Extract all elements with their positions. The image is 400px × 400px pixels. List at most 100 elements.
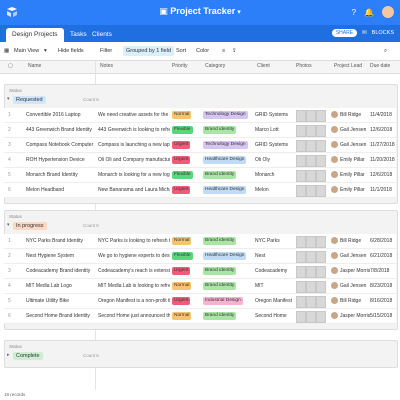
- cell-notes[interactable]: NYC Parks is looking to refresh their: [98, 238, 170, 244]
- cell-category-tag[interactable]: Technology Design: [203, 141, 248, 149]
- tab-design-projects[interactable]: Design Projects: [6, 28, 64, 42]
- cell-notes[interactable]: We need creative assets for the launch: [98, 112, 170, 118]
- cell-project-lead[interactable]: Emily Pillar: [340, 172, 370, 178]
- photo-thumbnail[interactable]: [306, 185, 316, 197]
- cell-priority-tag[interactable]: Normal: [172, 111, 192, 119]
- cell-project-lead[interactable]: Gail Jensen: [340, 253, 370, 259]
- gift-icon[interactable]: ✉: [362, 30, 367, 36]
- photo-thumbnail[interactable]: [296, 296, 306, 308]
- cell-priority-tag[interactable]: Flexible: [172, 252, 193, 260]
- cell-notes[interactable]: Codeacademy's reach is extensive and: [98, 268, 170, 274]
- cell-client[interactable]: Monarch: [255, 172, 295, 178]
- cell-name[interactable]: Codeacademy Brand identity: [26, 268, 94, 274]
- cell-notes[interactable]: We go to hygiene experts to design the: [98, 253, 170, 259]
- cell-project-lead[interactable]: Emily Pillar: [340, 187, 370, 193]
- select-all-checkbox[interactable]: ▢: [8, 63, 13, 69]
- photo-thumbnail[interactable]: [296, 236, 306, 248]
- column-priority[interactable]: Priority: [172, 63, 188, 69]
- grid-view-icon[interactable]: ▦: [4, 46, 9, 56]
- cell-name[interactable]: Convertible 2016 Laptop: [26, 112, 94, 118]
- cell-due-date[interactable]: 12/6/2018: [370, 127, 396, 133]
- cell-name[interactable]: NYC Parks Brand Identity: [26, 238, 94, 244]
- photo-thumbnail[interactable]: [316, 281, 326, 293]
- cell-client[interactable]: Nest: [255, 253, 295, 259]
- photo-thumbnail[interactable]: [296, 251, 306, 263]
- column-name[interactable]: Name: [28, 63, 41, 69]
- cell-category-tag[interactable]: Healthcare Design: [203, 252, 247, 260]
- cell-category-tag[interactable]: Brand identity: [203, 312, 237, 320]
- share-view-icon[interactable]: ⇪: [232, 46, 237, 56]
- cell-due-date[interactable]: 12/6/2018: [370, 172, 396, 178]
- table-row[interactable]: 4 MIT Media Lab Logo MIT Media Lab is look…: [4, 279, 396, 294]
- table-row[interactable]: 5 Ultimate Utility Bike Oregon Manifest is…: [4, 294, 396, 309]
- cell-priority-tag[interactable]: Urgent: [172, 141, 191, 149]
- cell-category-tag[interactable]: Healthcare Design: [203, 156, 247, 164]
- cell-priority-tag[interactable]: Urgent: [172, 297, 191, 305]
- photo-thumbnail[interactable]: [316, 266, 326, 278]
- avatar[interactable]: [382, 6, 394, 18]
- cell-client[interactable]: Oli Oly: [255, 157, 295, 163]
- sort-button[interactable]: Sort: [176, 46, 186, 56]
- photo-thumbnail[interactable]: [316, 140, 326, 152]
- group-header[interactable]: ▸ Status Complete Count 6: [5, 341, 397, 365]
- cell-project-lead[interactable]: Gail Jensen: [340, 142, 370, 148]
- cell-priority-tag[interactable]: Normal: [172, 237, 192, 245]
- cell-notes[interactable]: 443 Greenwich is looking to refresh thei…: [98, 127, 170, 133]
- cell-category-tag[interactable]: Healthcare Design: [203, 186, 247, 194]
- photo-thumbnail[interactable]: [316, 185, 326, 197]
- cell-category-tag[interactable]: Industrial Design: [203, 297, 243, 305]
- cell-notes[interactable]: Oregon Manifest is a non-profit that: [98, 298, 170, 304]
- photo-thumbnail[interactable]: [306, 125, 316, 137]
- cell-due-date[interactable]: 7/8/2018: [370, 268, 396, 274]
- cell-client[interactable]: GRID Systems: [255, 112, 295, 118]
- photo-thumbnail[interactable]: [296, 170, 306, 182]
- collapse-chevron-icon[interactable]: ▾: [7, 222, 10, 228]
- cell-priority-tag[interactable]: Flexible: [172, 126, 193, 134]
- table-row[interactable]: 3 Codeacademy Brand identity Codeacademy's…: [4, 264, 396, 279]
- column-notes[interactable]: Notes: [100, 63, 113, 69]
- photo-thumbnail[interactable]: [296, 266, 306, 278]
- photo-thumbnail[interactable]: [306, 170, 316, 182]
- photo-thumbnail[interactable]: [306, 296, 316, 308]
- cell-priority-tag[interactable]: Urgent: [172, 186, 191, 194]
- photo-thumbnail[interactable]: [316, 170, 326, 182]
- cell-project-lead[interactable]: Jasper Morris: [340, 313, 370, 319]
- tab-clients[interactable]: Clients: [92, 28, 112, 42]
- column-due-date[interactable]: Due date: [370, 63, 390, 69]
- cell-notes[interactable]: Monarch is looking for a new logo that: [98, 172, 170, 178]
- cell-project-lead[interactable]: Gail Jensen: [340, 127, 370, 133]
- photo-thumbnail[interactable]: [316, 311, 326, 323]
- view-selector[interactable]: Main View: [14, 46, 39, 56]
- bell-icon[interactable]: 🔔: [364, 8, 374, 17]
- cell-due-date[interactable]: 11/4/2018: [370, 112, 396, 118]
- cell-category-tag[interactable]: Brand identity: [203, 237, 237, 245]
- cell-client[interactable]: Marco Lott: [255, 127, 295, 133]
- cell-client[interactable]: GRID Systems: [255, 142, 295, 148]
- photo-thumbnail[interactable]: [306, 266, 316, 278]
- cell-name[interactable]: MIT Media Lab Logo: [26, 283, 94, 289]
- cell-name[interactable]: Compass Notebook Computer: [26, 142, 94, 148]
- cell-client[interactable]: Oregon Manifest: [255, 298, 295, 304]
- group-header[interactable]: ▾ Status In progress Count 6: [5, 211, 397, 235]
- photo-thumbnail[interactable]: [306, 140, 316, 152]
- cell-due-date[interactable]: 5/15/2018: [370, 313, 396, 319]
- cell-priority-tag[interactable]: Flexible: [172, 171, 193, 179]
- column-category[interactable]: Category: [205, 63, 225, 69]
- table-row[interactable]: 2 443 Greenwich Brand Identity 443 Greenwi…: [4, 123, 396, 138]
- table-row[interactable]: 1 NYC Parks Brand Identity NYC Parks is lo…: [4, 234, 396, 249]
- row-height-icon[interactable]: ≡: [222, 46, 225, 56]
- cell-notes[interactable]: Oli Oli and Company manufactures the: [98, 157, 170, 163]
- cell-notes[interactable]: Second Home just announced they are: [98, 313, 170, 319]
- table-row[interactable]: 4 ROH Hypertension Device Oli Oli and Comp…: [4, 153, 396, 168]
- photo-thumbnail[interactable]: [306, 251, 316, 263]
- cell-category-tag[interactable]: Brand identity: [203, 126, 237, 134]
- cell-due-date[interactable]: 8/16/2018: [370, 298, 396, 304]
- search-icon[interactable]: ⌕: [384, 46, 387, 56]
- photo-thumbnail[interactable]: [296, 155, 306, 167]
- tab-tasks[interactable]: Tasks: [70, 28, 87, 42]
- photo-thumbnail[interactable]: [316, 236, 326, 248]
- cell-project-lead[interactable]: Gail Jensen: [340, 283, 370, 289]
- photo-thumbnail[interactable]: [316, 251, 326, 263]
- collapse-chevron-icon[interactable]: ▾: [7, 96, 10, 102]
- photo-thumbnail[interactable]: [306, 311, 316, 323]
